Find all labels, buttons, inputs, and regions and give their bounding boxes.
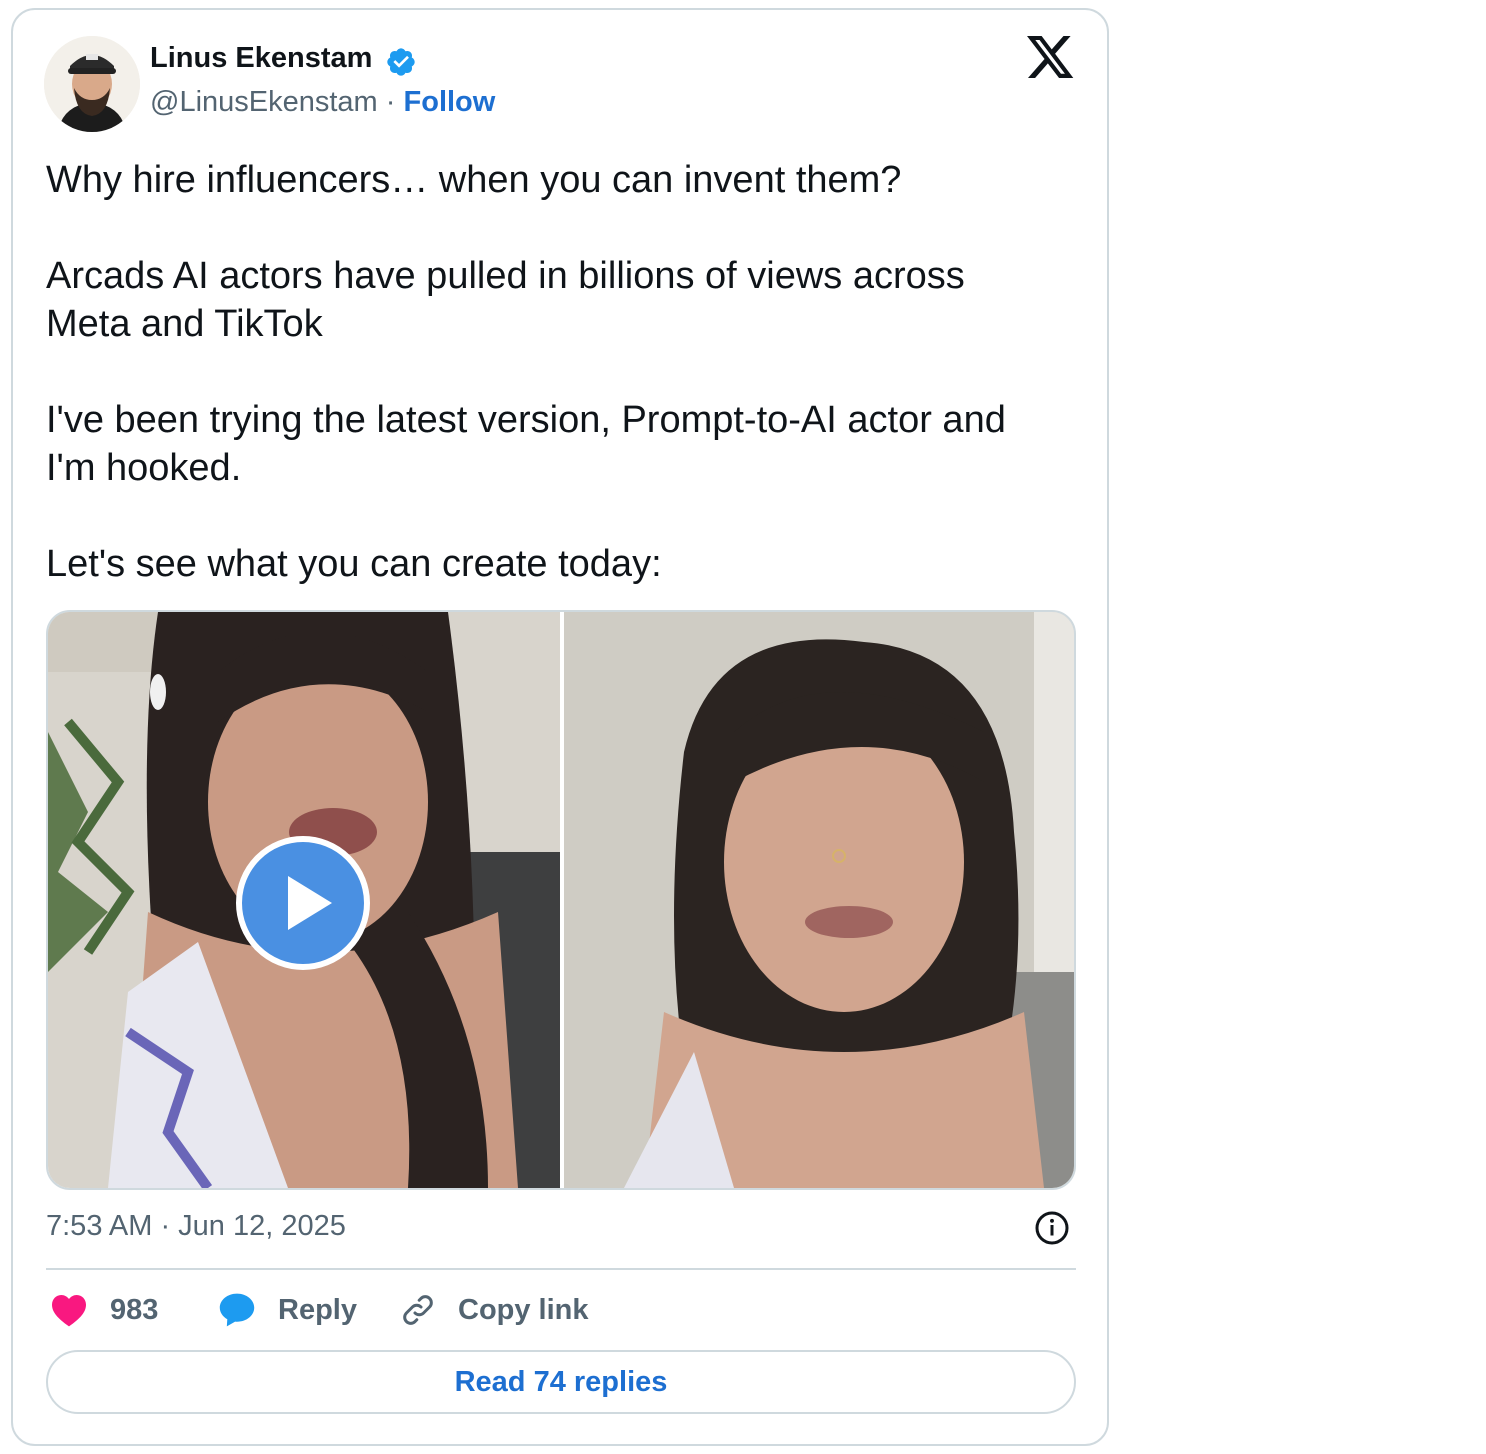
image-thumbnail[interactable] [564, 612, 1074, 1188]
read-replies-button[interactable]: Read 74 replies [46, 1350, 1076, 1414]
author-handle-line: @LinusEkenstam · Follow [150, 86, 495, 119]
divider [46, 1268, 1076, 1270]
tweet-text: Why hire influencers… when you can inven… [46, 156, 1086, 588]
separator-dot: · [385, 86, 396, 118]
like-button[interactable]: 983 [50, 1290, 158, 1330]
info-icon[interactable] [1034, 1210, 1070, 1246]
follow-button[interactable]: Follow [404, 86, 496, 118]
video-thumbnail[interactable] [48, 612, 560, 1188]
tweet-paragraph: Let's see what you can create today: [46, 543, 662, 585]
read-replies-label: Read 74 replies [454, 1365, 668, 1398]
reply-bubble-icon [219, 1293, 255, 1327]
reply-button[interactable]: Reply [218, 1290, 357, 1330]
tweet-timestamp[interactable]: 7:53 AM · Jun 12, 2025 [46, 1210, 346, 1243]
tweet-paragraph: Why hire influencers… when you can inven… [46, 159, 902, 201]
copy-link-button[interactable]: Copy link [400, 1290, 589, 1330]
link-icon [403, 1295, 433, 1325]
copy-link-label: Copy link [458, 1293, 589, 1326]
verified-badge-icon [387, 48, 415, 76]
x-logo-icon[interactable] [1027, 36, 1075, 80]
author-handle[interactable]: @LinusEkenstam [150, 86, 378, 118]
heart-icon [52, 1295, 86, 1327]
tweet-paragraph: I've been trying the latest version, Pro… [46, 399, 1006, 489]
play-icon[interactable] [236, 836, 370, 970]
like-count: 983 [110, 1293, 159, 1326]
tweet-paragraph: Arcads AI actors have pulled in billions… [46, 255, 965, 345]
reply-label: Reply [278, 1293, 357, 1326]
author-avatar[interactable] [44, 36, 140, 132]
media-grid [46, 610, 1076, 1190]
author-name[interactable]: Linus Ekenstam [150, 42, 372, 75]
